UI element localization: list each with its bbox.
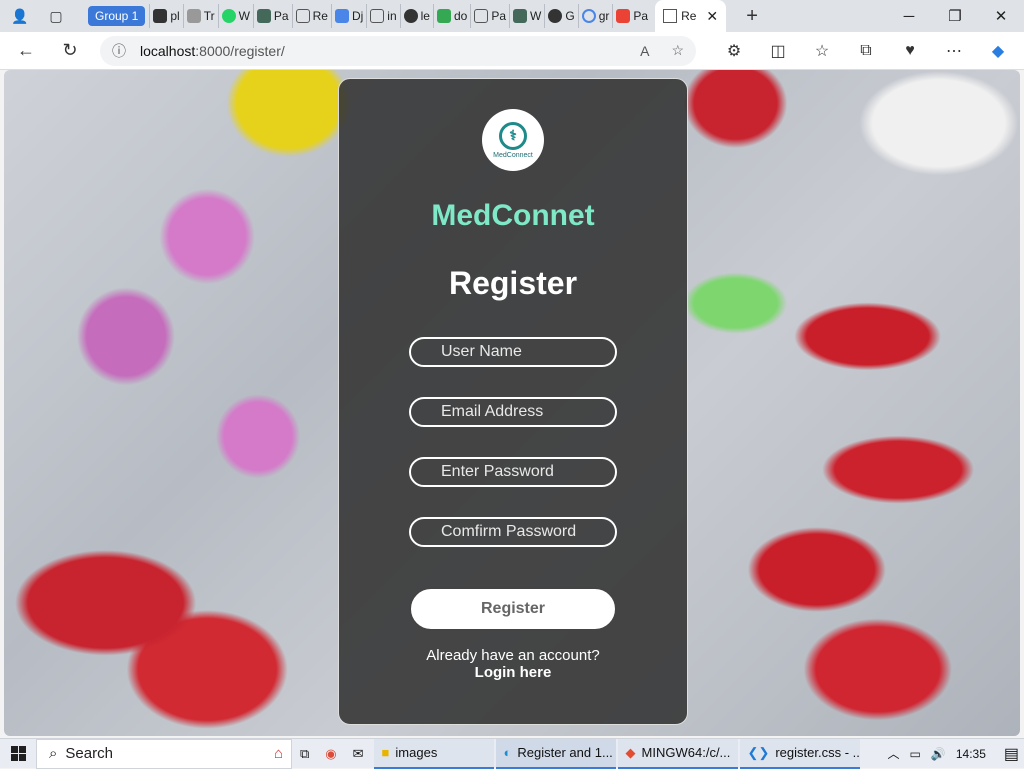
url-path: :8000/register/ <box>195 42 285 59</box>
django-icon <box>513 9 528 23</box>
taskbar-app-vscode[interactable]: ❮❯ register.css - ... <box>739 738 860 769</box>
refresh-icon[interactable]: ↻ <box>52 35 88 67</box>
tab-actions-icon[interactable]: ▢ <box>44 4 68 28</box>
caduceus-icon: ⚕ <box>499 121 527 150</box>
github-icon <box>403 9 418 23</box>
notifications-icon[interactable]: ▤ <box>999 744 1024 764</box>
taskbar-app-git-bash[interactable]: ◆ MINGW64:/c/... <box>617 738 738 769</box>
tab-6[interactable]: Dj <box>330 4 366 28</box>
github-icon <box>153 9 168 23</box>
search-icon: ⌕ <box>49 745 58 762</box>
tab-10[interactable]: Pa <box>470 4 509 28</box>
git-icon: ◆ <box>625 744 636 760</box>
tab-13[interactable]: gr <box>577 4 613 28</box>
system-tray: ︿ ▭ 🔊 14:35 ▤ <box>883 744 1024 764</box>
copilot-icon[interactable]: ◆ <box>976 41 1020 61</box>
page-icon <box>370 9 385 23</box>
github-icon <box>548 9 563 23</box>
window-controls: ─ ❐ ✕ <box>886 0 1024 32</box>
tab-active[interactable]: Re ✕ <box>655 0 727 32</box>
close-window-icon[interactable]: ✕ <box>978 0 1024 32</box>
tab-9[interactable]: do <box>432 4 470 28</box>
restore-icon[interactable]: ❐ <box>932 0 978 32</box>
edge-icon: ◐ <box>503 745 512 760</box>
clock[interactable]: 14:35 <box>951 747 991 761</box>
register-button[interactable]: Register <box>409 587 617 631</box>
logo: ⚕ MedConnect <box>482 109 544 171</box>
password-input[interactable] <box>409 457 617 487</box>
tab-8[interactable]: le <box>399 4 433 28</box>
tab-11[interactable]: W <box>509 4 544 28</box>
tab-7[interactable]: in <box>366 4 399 28</box>
chrome-icon[interactable]: ◉ <box>317 739 344 769</box>
folder-icon: ■ <box>381 745 390 760</box>
new-tab-icon[interactable]: + <box>740 4 764 28</box>
volume-icon[interactable]: 🔊 <box>926 747 951 761</box>
url-host: localhost <box>140 42 196 59</box>
page-title: Register <box>448 265 578 301</box>
split-screen-icon[interactable]: ◫ <box>756 41 800 61</box>
openai-icon <box>186 9 201 23</box>
taskbar: ⌕ Search ⌂ ⧉ ◉ ✉ ■ images ◐ Register and 1… <box>0 738 1024 769</box>
gmail-icon <box>616 9 631 23</box>
profile-icon[interactable]: 👤 <box>8 4 32 28</box>
brand-name: MedConnet <box>431 199 595 232</box>
more-icon[interactable]: ⋯ <box>932 41 976 61</box>
close-tab-icon[interactable]: ✕ <box>706 8 718 25</box>
extensions-icon[interactable]: ⚙ <box>712 41 756 61</box>
back-icon[interactable]: ← <box>8 35 44 67</box>
taskbar-app-images[interactable]: ■ images <box>373 738 494 769</box>
lighthouse-icon: ⌂ <box>273 745 283 762</box>
favorites-icon[interactable]: ☆ <box>800 41 844 61</box>
tab-group-label[interactable]: Group 1 <box>88 6 146 26</box>
address-bar[interactable]: ⓘ localhost:8000/register/ A ☆ <box>100 35 696 66</box>
register-card: ⚕ MedConnect MedConnet Register Register… <box>338 78 688 725</box>
page-icon <box>663 9 678 23</box>
login-link[interactable]: Login here <box>475 664 552 681</box>
browser-essentials-icon[interactable]: ♥ <box>888 42 932 60</box>
whatsapp-icon <box>221 9 236 23</box>
tab-14[interactable]: Pa <box>612 4 651 28</box>
username-input[interactable] <box>409 337 617 367</box>
mail-icon[interactable]: ✉ <box>345 739 372 769</box>
already-account-text: Already have an account? <box>426 647 600 664</box>
search-icon <box>581 9 596 23</box>
tab-2[interactable]: Tr <box>182 4 218 28</box>
page-icon <box>474 9 489 23</box>
windows-start-icon[interactable] <box>0 739 36 769</box>
vscode-icon: ❮❯ <box>747 744 770 760</box>
django-icon <box>256 9 271 23</box>
tab-4[interactable]: Pa <box>252 4 292 28</box>
favorite-star-icon[interactable]: ☆ <box>671 42 684 59</box>
docs-icon <box>334 9 349 23</box>
tab-12[interactable]: G <box>544 4 577 28</box>
site-info-icon[interactable]: ⓘ <box>112 41 126 61</box>
toolbar-icons: ⚙ ◫ ☆ ⧉ ♥ ⋯ ◆ <box>712 41 1020 61</box>
collections-icon[interactable]: ⧉ <box>844 42 888 60</box>
tab-3[interactable]: W <box>217 4 253 28</box>
chevron-up-icon[interactable]: ︿ <box>883 745 905 762</box>
email-input[interactable] <box>409 397 617 427</box>
network-icon[interactable]: ▭ <box>905 747 926 761</box>
tab-1[interactable]: pl <box>149 4 182 28</box>
taskbar-app-edge[interactable]: ◐ Register and 1... <box>495 738 616 769</box>
logo-text: MedConnect <box>493 151 533 159</box>
tab-strip: 👤 ▢ Group 1 pl Tr W Pa Re Dj in le do Pa… <box>0 0 1024 32</box>
task-view-icon[interactable]: ⧉ <box>292 739 317 769</box>
read-aloud-icon[interactable]: A <box>640 43 649 59</box>
taskbar-search[interactable]: ⌕ Search ⌂ <box>36 738 292 769</box>
sheets-icon <box>436 9 451 23</box>
page-background: ⚕ MedConnect MedConnet Register Register… <box>4 70 1020 736</box>
navigation-bar: ← ↻ ⓘ localhost:8000/register/ A ☆ ⚙ ◫ ☆… <box>0 32 1024 70</box>
confirm-password-input[interactable] <box>409 517 617 547</box>
tab-5[interactable]: Re <box>291 4 331 28</box>
minimize-icon[interactable]: ─ <box>886 0 932 32</box>
page-icon <box>295 9 310 23</box>
